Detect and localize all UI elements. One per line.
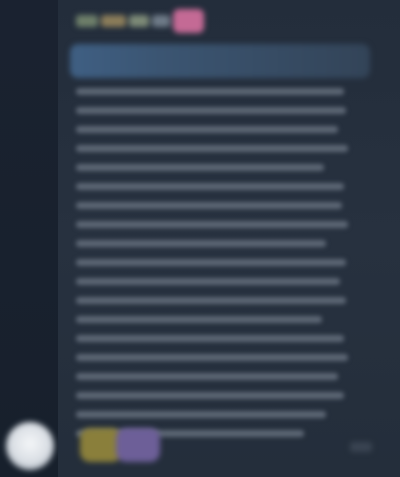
text-line: [76, 145, 348, 152]
text-line: [76, 107, 346, 114]
left-rail: [0, 0, 58, 477]
reaction-bar: [80, 428, 380, 468]
author-name-segment[interactable]: [76, 15, 98, 27]
text-line: [76, 278, 340, 285]
more-options-icon[interactable]: [350, 442, 372, 452]
author-name-segment[interactable]: [151, 15, 170, 27]
message-body: [76, 88, 366, 437]
text-line: [76, 259, 346, 266]
author-name-segment[interactable]: [129, 15, 149, 27]
role-badge-icon: [172, 9, 204, 33]
text-line: [76, 316, 322, 323]
text-line: [76, 411, 326, 418]
text-line: [76, 88, 344, 95]
text-line: [76, 392, 344, 399]
text-line: [76, 202, 342, 209]
text-line: [76, 221, 348, 228]
text-line: [76, 335, 344, 342]
text-line: [76, 183, 344, 190]
message-header: [76, 8, 204, 34]
author-name-segment[interactable]: [100, 15, 127, 27]
text-line: [76, 297, 346, 304]
text-line: [76, 164, 324, 171]
highlight-banner: [70, 44, 370, 78]
text-line: [76, 240, 326, 247]
user-avatar[interactable]: [6, 422, 54, 470]
text-line: [76, 126, 338, 133]
emoji-reaction-button[interactable]: [116, 428, 160, 462]
text-line: [76, 354, 348, 361]
text-line: [76, 373, 338, 380]
message-panel: [58, 0, 400, 477]
